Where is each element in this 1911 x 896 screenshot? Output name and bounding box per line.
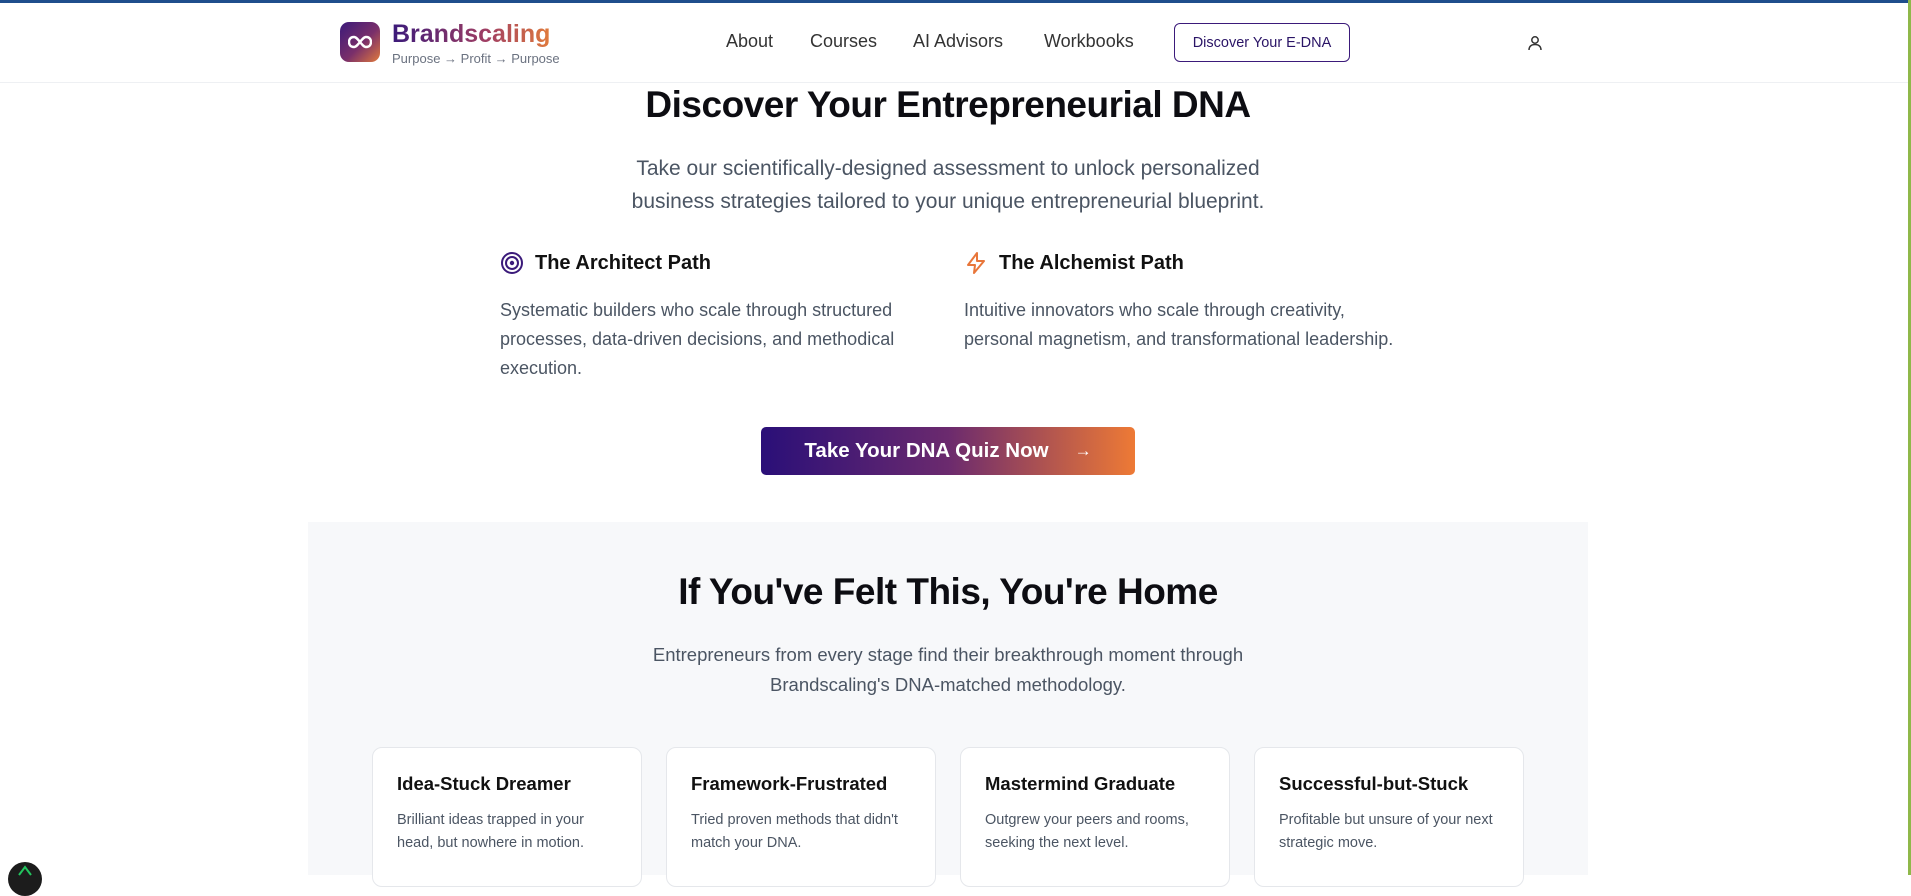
persona-card-description: Outgrew your peers and rooms, seeking th… [985, 812, 1189, 851]
hero-title: Discover Your Entrepreneurial DNA [645, 84, 1251, 125]
architect-path-description: Systematic builders who scale through st… [500, 300, 895, 378]
take-dna-quiz-button[interactable]: Take Your DNA Quiz Now → [761, 427, 1135, 475]
brand-name[interactable]: Brandscaling [392, 20, 550, 49]
user-icon[interactable] [1526, 34, 1544, 52]
nav-ai-advisors[interactable]: AI Advisors [913, 31, 1003, 52]
architect-path: The Architect Path Systematic builders w… [500, 250, 930, 383]
persona-card[interactable]: Mastermind Graduate Outgrew your peers a… [960, 747, 1230, 887]
nav-courses[interactable]: Courses [810, 31, 877, 52]
quiz-button-label: Take Your DNA Quiz Now [804, 439, 1049, 462]
persona-card-description: Tried proven methods that didn't match y… [691, 812, 898, 851]
persona-card[interactable]: Successful-but-Stuck Profitable but unsu… [1254, 747, 1524, 887]
floating-widget-button[interactable] [8, 862, 42, 896]
persona-card-title: Idea-Stuck Dreamer [397, 773, 571, 794]
alchemist-path-description: Intuitive innovators who scale through c… [964, 300, 1394, 349]
persona-card-title: Successful-but-Stuck [1279, 773, 1469, 794]
persona-card[interactable]: Framework-Frustrated Tried proven method… [666, 747, 936, 887]
hero-subtitle: Take our scientifically-designed assessm… [631, 157, 1265, 213]
nav-about[interactable]: About [726, 31, 773, 52]
home-section: If You've Felt This, You're Home Entrepr… [308, 522, 1588, 887]
home-section-subtitle: Entrepreneurs from every stage find thei… [652, 644, 1244, 695]
widget-icon [18, 865, 32, 876]
alchemist-path-title: The Alchemist Path [999, 251, 1184, 274]
alchemist-path: The Alchemist Path Intuitive innovators … [964, 250, 1394, 354]
home-section-title: If You've Felt This, You're Home [678, 571, 1218, 612]
persona-card-description: Profitable but unsure of your next strat… [1279, 812, 1493, 851]
discover-edna-button[interactable]: Discover Your E-DNA [1174, 23, 1350, 62]
nav-workbooks[interactable]: Workbooks [1044, 31, 1134, 52]
infinity-icon [348, 35, 372, 49]
brand-tagline: Purpose → Profit → Purpose [392, 51, 560, 66]
persona-card[interactable]: Idea-Stuck Dreamer Brilliant ideas trapp… [372, 747, 642, 887]
lightning-icon [964, 251, 988, 275]
architect-path-title: The Architect Path [535, 251, 711, 274]
persona-card-title: Framework-Frustrated [691, 773, 888, 794]
persona-card-title: Mastermind Graduate [985, 773, 1176, 794]
persona-card-description: Brilliant ideas trapped in your head, bu… [397, 812, 585, 851]
logo-mark[interactable] [340, 22, 380, 62]
target-icon [500, 251, 524, 275]
arrow-right-icon: → [1074, 441, 1092, 460]
site-header: Brandscaling Purpose → Profit → Purpose … [0, 3, 1908, 83]
